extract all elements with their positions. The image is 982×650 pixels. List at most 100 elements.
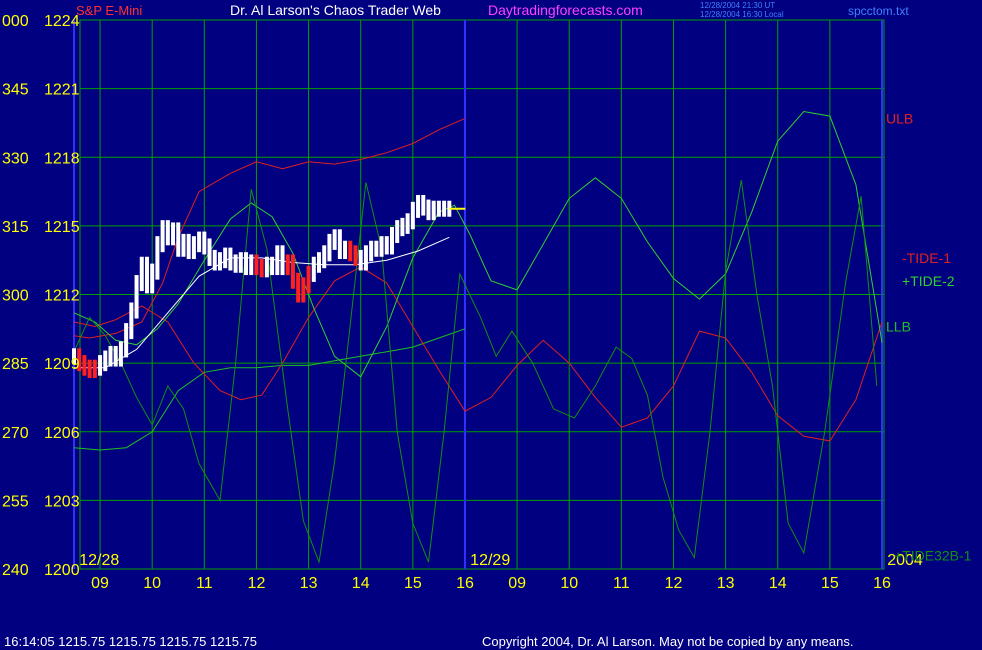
price-bar-10 <box>124 323 129 358</box>
x-tick-label-1: 10 <box>143 575 161 592</box>
price-bar-65 <box>410 201 415 230</box>
price-bar-36 <box>259 259 264 278</box>
chaos-trader-chart: 000 1224345 1221330 1218315 1215300 1212285 12… <box>0 0 982 650</box>
y-tick-price-5: 1209 <box>44 356 80 373</box>
price-bar-43 <box>296 272 301 303</box>
price-bar-5 <box>98 355 103 376</box>
y-tick-price-0: 1224 <box>44 13 80 30</box>
price-bar-46 <box>311 256 316 282</box>
update-time-local: 12/28/2004 16:30 Local <box>700 10 784 19</box>
price-bar-24 <box>197 231 202 253</box>
x-tick-label-6: 15 <box>404 575 422 592</box>
y-tick-angle-1: 345 <box>2 82 29 99</box>
price-bar-13 <box>139 256 144 292</box>
annotation-tide2: +TIDE-2 <box>902 273 955 289</box>
price-bar-61 <box>389 227 394 255</box>
price-bar-32 <box>238 252 243 273</box>
price-bar-16 <box>155 236 160 280</box>
price-bar-14 <box>144 256 149 294</box>
y-tick-angle-2: 330 <box>2 150 29 167</box>
price-bar-60 <box>384 236 389 255</box>
x-tick-label-12: 13 <box>717 575 735 592</box>
price-bar-39 <box>275 245 280 276</box>
price-bar-48 <box>322 245 327 269</box>
price-bar-7 <box>108 345 113 367</box>
price-bar-68 <box>426 199 431 221</box>
site-link[interactable]: Daytradingforecasts.com <box>488 2 643 18</box>
price-bar-38 <box>270 256 275 276</box>
x-tick-label-15: 16 <box>873 575 891 592</box>
y-tick-angle-6: 270 <box>2 425 29 442</box>
price-bar-59 <box>379 236 384 257</box>
price-bar-69 <box>431 200 436 221</box>
price-bar-35 <box>254 254 259 276</box>
price-bar-37 <box>264 256 269 278</box>
price-bar-20 <box>176 222 181 257</box>
price-bar-57 <box>369 240 374 262</box>
price-bar-70 <box>436 200 441 217</box>
x-tick-label-9: 10 <box>560 575 578 592</box>
y-tick-price-3: 1215 <box>44 219 80 236</box>
price-bar-9 <box>118 341 123 367</box>
x-tick-label-10: 11 <box>613 575 630 592</box>
price-bar-53 <box>348 240 353 262</box>
annotation-tide1: -TIDE-1 <box>902 250 951 266</box>
instrument-label: S&P E-Mini <box>76 3 142 18</box>
price-bar-17 <box>160 220 165 253</box>
price-bar-29 <box>223 247 228 269</box>
price-bar-67 <box>421 194 426 216</box>
y-tick-angle-5: 285 <box>2 356 29 373</box>
price-bar-54 <box>353 245 358 266</box>
price-bar-71 <box>442 200 447 217</box>
x-tick-label-5: 14 <box>352 575 370 592</box>
price-bar-23 <box>191 236 196 260</box>
price-bar-15 <box>150 263 155 294</box>
x-tick-label-8: 09 <box>508 575 526 592</box>
y-tick-price-4: 1212 <box>44 288 80 305</box>
y-tick-price-8: 1200 <box>44 562 80 579</box>
update-time-ut: 12/28/2004 21:30 UT <box>700 1 775 10</box>
x-tick-label-7: 16 <box>456 575 474 592</box>
price-bar-62 <box>395 220 400 244</box>
price-bar-33 <box>244 252 249 276</box>
price-bar-66 <box>416 194 421 218</box>
price-bar-42 <box>290 254 295 289</box>
x-tick-label-4: 13 <box>300 575 318 592</box>
y-tick-angle-8: 240 <box>2 562 29 579</box>
price-bar-31 <box>233 254 238 273</box>
price-bar-50 <box>332 229 337 250</box>
y-tick-angle-7: 255 <box>2 493 29 510</box>
price-bar-63 <box>400 217 405 237</box>
chart-title: Dr. Al Larson's Chaos Trader Web <box>230 2 441 18</box>
price-bar-3 <box>87 359 92 378</box>
price-bar-12 <box>134 275 139 319</box>
price-bar-21 <box>181 233 186 257</box>
price-bar-47 <box>317 252 322 273</box>
price-bar-56 <box>363 245 368 271</box>
price-bar-25 <box>202 231 207 255</box>
x-tick-label-0: 09 <box>91 575 109 592</box>
y-tick-price-6: 1206 <box>44 425 80 442</box>
y-tick-price-1: 1221 <box>44 82 80 99</box>
price-bar-55 <box>358 249 363 271</box>
price-bar-6 <box>103 350 108 372</box>
x-tick-label-3: 12 <box>248 575 266 592</box>
x-tick-label-14: 15 <box>821 575 839 592</box>
price-bar-45 <box>306 265 311 294</box>
y-tick-price-2: 1218 <box>44 150 80 167</box>
price-bar-27 <box>212 249 217 271</box>
price-bar-18 <box>165 220 170 246</box>
x-tick-label-13: 14 <box>769 575 787 592</box>
y-tick-angle-4: 300 <box>2 288 29 305</box>
price-bar-44 <box>301 277 306 303</box>
price-bar-34 <box>249 254 254 276</box>
price-bar-41 <box>285 254 290 276</box>
price-bar-58 <box>374 240 379 257</box>
price-bar-51 <box>337 229 342 260</box>
price-bar-11 <box>129 302 134 340</box>
price-bar-64 <box>405 213 410 234</box>
data-filename: spcctom.txt <box>848 4 909 18</box>
annotation-llb: LLB <box>886 319 911 335</box>
price-bar-26 <box>207 238 212 266</box>
annotation-ulb: ULB <box>886 110 913 126</box>
